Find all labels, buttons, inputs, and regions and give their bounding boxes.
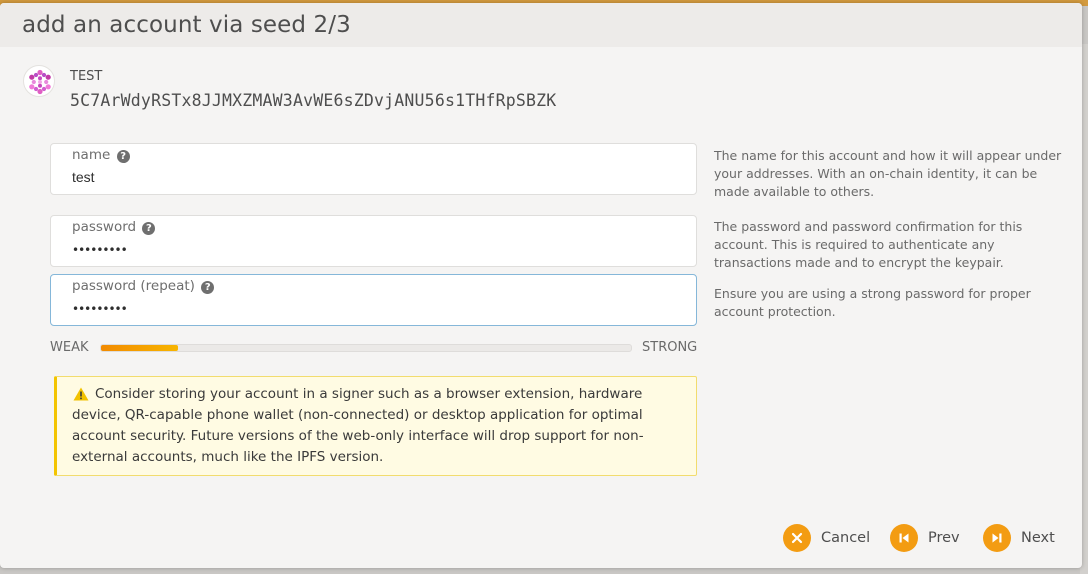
password-repeat-label: password (repeat) ? (72, 278, 215, 294)
next-label: Next (1021, 530, 1055, 546)
step-backward-icon (890, 524, 918, 552)
cancel-button[interactable]: Cancel (783, 523, 870, 553)
help-icon[interactable]: ? (201, 281, 215, 294)
password-repeat-input[interactable]: ••••••••• (72, 302, 672, 316)
warning-text: Consider storing your account in a signe… (72, 386, 644, 465)
modal-dialog: add an account via seed 2/3 TEST 5C7ArWd… (0, 3, 1082, 568)
password-label: password ? (72, 219, 156, 235)
identicon-icon (29, 69, 51, 95)
modal-title: add an account via seed 2/3 (22, 12, 351, 38)
password-input[interactable]: ••••••••• (72, 243, 672, 257)
cancel-label: Cancel (821, 530, 871, 546)
account-identicon[interactable] (23, 65, 55, 97)
password-help-text: The password and password confirmation f… (714, 219, 1023, 270)
help-icon[interactable]: ? (142, 222, 156, 235)
name-field[interactable]: name ? (50, 143, 697, 195)
password-repeat-field[interactable]: password (repeat) ? ••••••••• (50, 274, 697, 326)
strength-strong-label: STRONG (642, 340, 698, 355)
password-strength-fill (101, 345, 178, 351)
prev-label: Prev (928, 530, 960, 546)
step-forward-icon (983, 524, 1011, 552)
modal-header: add an account via seed 2/3 (0, 3, 1082, 47)
strength-weak-label: WEAK (50, 340, 89, 355)
next-button[interactable]: Next (983, 523, 1055, 553)
password-repeat-help-text: Ensure you are using a strong password f… (714, 286, 1031, 319)
name-input[interactable] (72, 169, 672, 185)
password-field[interactable]: password ? ••••••••• (50, 215, 697, 267)
account-address: 5C7ArWdyRSTx8JJMXZMAW3AvWE6sZDvjANU56s1T… (70, 91, 557, 110)
close-icon (783, 524, 811, 552)
name-label: name ? (72, 147, 130, 163)
password-strength-bar (100, 344, 632, 352)
signer-warning: Consider storing your account in a signe… (54, 376, 697, 476)
account-name: TEST (70, 69, 103, 84)
name-help-text: The name for this account and how it wil… (714, 148, 1062, 199)
help-icon[interactable]: ? (116, 150, 130, 163)
prev-button[interactable]: Prev (890, 523, 960, 553)
